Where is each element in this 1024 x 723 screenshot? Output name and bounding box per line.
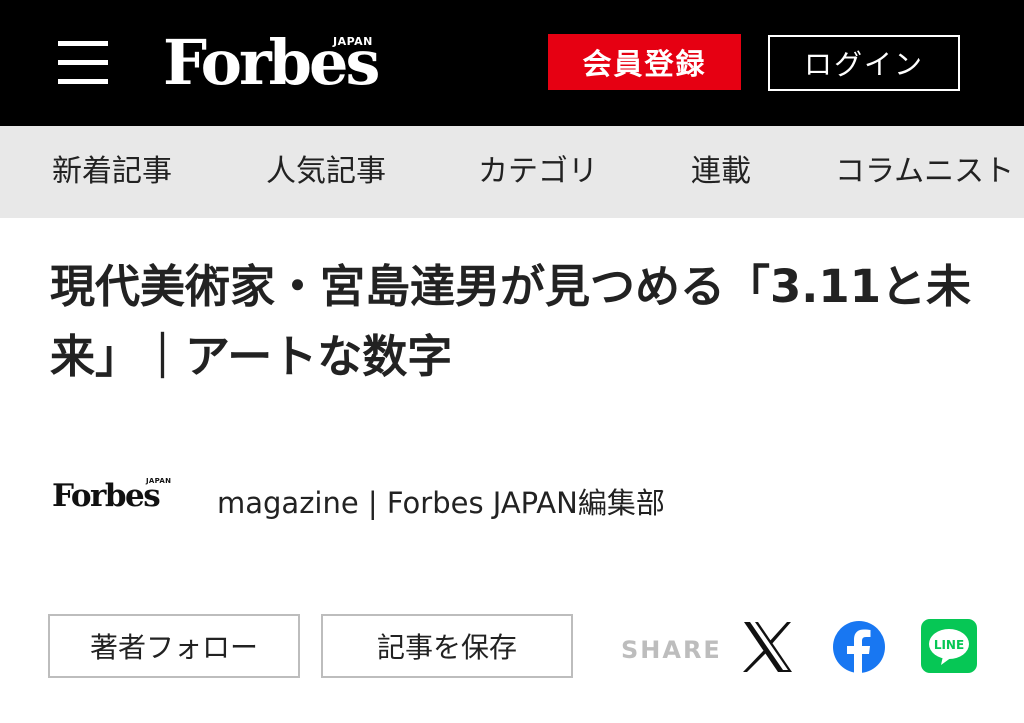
nav-item-popular-articles[interactable]: 人気記事 [266,126,386,218]
save-article-button[interactable]: 記事を保存 [321,614,573,678]
follow-author-button[interactable]: 著者フォロー [48,614,300,678]
nav-item-series[interactable]: 連載 [691,126,751,218]
share-label: SHARE [621,636,722,664]
login-button[interactable]: ログイン [768,35,960,91]
menu-icon[interactable] [58,41,108,85]
top-header: Forbes JAPAN 会員登録 ログイン [0,0,1024,126]
nav-item-category[interactable]: カテゴリ [478,126,598,218]
article-title: 現代美術家・宮島達男が見つめる「3.11と未来」｜アートな数字 [50,260,972,383]
byline-forbes-logo: Forbes [52,478,161,514]
nav-item-new-articles[interactable]: 新着記事 [52,126,172,218]
author-name[interactable]: magazine | Forbes JAPAN編集部 [217,480,665,522]
nav-item-columnists[interactable]: コラムニスト [835,126,1014,218]
forbes-logo[interactable]: Forbes JAPAN [163,30,393,100]
author-byline: Forbes JAPAN magazine | Forbes JAPAN編集部 [52,470,952,526]
x-icon[interactable] [741,620,795,674]
category-nav: 新着記事 人気記事 カテゴリ 連載 コラムニスト [0,126,1024,218]
byline-japan-label: JAPAN [146,477,172,485]
register-button[interactable]: 会員登録 [548,34,741,90]
line-icon[interactable]: LINE [921,619,977,673]
facebook-icon[interactable] [832,620,886,674]
line-icon-text: LINE [934,638,964,652]
logo-japan-label: JAPAN [333,35,373,48]
